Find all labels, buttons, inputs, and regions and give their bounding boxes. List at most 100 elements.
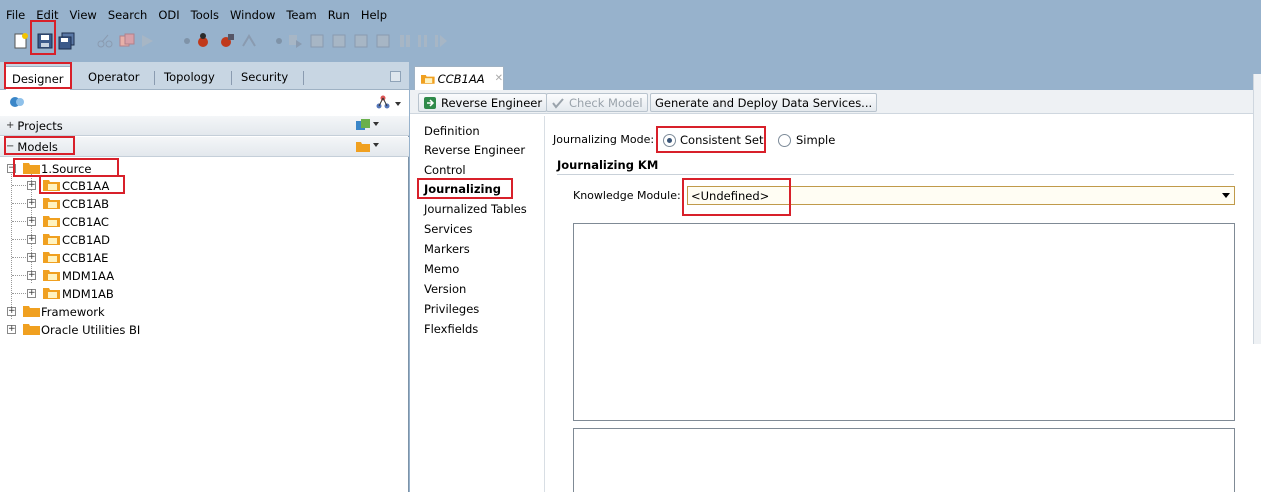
check-model-label: Check Model [569,95,643,110]
minimize-panel-button[interactable] [390,71,401,82]
close-icon[interactable]: ✕ [495,73,503,84]
projects-menu-icon[interactable] [355,118,371,132]
menu-edit[interactable]: Edit [36,8,58,22]
folder-icon [23,163,40,174]
menu-odi[interactable]: ODI [158,8,179,22]
tab-designer[interactable]: Designer [5,66,71,90]
menu-search[interactable]: Search [108,8,148,22]
expand-icon[interactable]: + [27,217,36,226]
km-options-area[interactable] [573,223,1235,421]
debug-bug-icon[interactable] [194,32,212,50]
tree-node-framework[interactable]: + Framework [0,303,409,320]
step-back-icon [354,34,368,48]
tab-ccb1aa[interactable]: CCB1AA ✕ [414,66,504,90]
nav-journalizing[interactable]: Journalizing [424,182,501,196]
nav-control[interactable]: Control [424,163,466,177]
tab-separator [231,71,232,85]
chevron-down-icon[interactable] [373,143,379,147]
journalizing-km-title: Journalizing KM [557,158,659,172]
models-menu-icon[interactable] [355,139,371,153]
tab-separator [154,71,155,85]
tree-guide [12,257,28,258]
nav-definition[interactable]: Definition [424,124,480,138]
menu-view[interactable]: View [70,8,97,22]
menu-team[interactable]: Team [286,8,316,22]
nav-version[interactable]: Version [424,282,466,296]
new-file-icon[interactable] [12,32,30,50]
debug-settings-icon[interactable] [218,32,236,50]
tree-node-model[interactable]: + CCB1AA [0,177,409,194]
expand-icon[interactable]: + [7,325,16,334]
nav-services[interactable]: Services [424,222,473,236]
tree-node-source[interactable]: − 1.Source [0,160,409,177]
tree-node-model[interactable]: + MDM1AB [0,285,409,302]
cut-icon [97,34,113,48]
collapse-icon[interactable]: − [7,164,16,173]
run-icon [142,35,153,47]
chevron-down-icon[interactable] [373,122,379,126]
editor-tabs: CCB1AA ✕ [410,62,1261,90]
folder-icon [23,324,40,335]
reverse-engineer-button[interactable]: Reverse Engineer [418,93,548,112]
save-all-icon[interactable] [58,32,76,50]
nav-privileges[interactable]: Privileges [424,302,479,316]
radio-consistent-set[interactable] [663,134,676,147]
expand-icon[interactable]: + [27,271,36,280]
menu-file[interactable]: File [6,8,25,22]
km-description-area[interactable] [573,428,1235,492]
expand-icon[interactable]: + [7,307,16,316]
connect-navigator-icon[interactable] [9,94,25,110]
tree-node-oracle-bi[interactable]: + Oracle Utilities BI [0,321,409,338]
menu-run[interactable]: Run [328,8,350,22]
nav-journalized-tables[interactable]: Journalized Tables [424,202,527,216]
expand-icon[interactable]: + [27,181,36,190]
simple-label: Simple [796,133,836,147]
navigator-panel: Designer Operator Topology Security + Pr… [0,62,409,492]
expand-icon[interactable]: + [27,235,36,244]
tree-node-model[interactable]: + MDM1AA [0,267,409,284]
chevron-down-icon[interactable] [395,102,401,106]
tree-node-model[interactable]: + CCB1AB [0,195,409,212]
tab-topology[interactable]: Topology [158,67,221,87]
radio-simple[interactable] [778,134,791,147]
model-folder-icon [421,74,435,84]
tree-guide [12,293,28,294]
generate-deploy-button[interactable]: Generate and Deploy Data Services... [650,93,878,112]
models-accordion[interactable]: − Models [0,137,409,157]
collapse-icon: − [6,141,15,152]
nav-flexfields[interactable]: Flexfields [424,322,478,336]
menu-tools[interactable]: Tools [191,8,219,22]
tree-label-model: CCB1AA [62,178,110,193]
knowledge-module-select[interactable]: <Undefined> [687,186,1235,205]
model-folder-icon [43,252,60,263]
tab-operator[interactable]: Operator [82,67,145,87]
nav-markers[interactable]: Markers [424,242,470,256]
menu-help[interactable]: Help [361,8,387,22]
model-folder-icon [43,180,60,191]
editor-panel: CCB1AA ✕ Reverse Engineer Check Model Ge… [410,62,1261,492]
navigator-menu-icon[interactable] [375,94,391,110]
tree-node-model[interactable]: + CCB1AC [0,213,409,230]
tab-security[interactable]: Security [235,67,294,87]
tree-node-model[interactable]: + CCB1AE [0,249,409,266]
tree-node-model[interactable]: + CCB1AD [0,231,409,248]
chevron-down-icon [1222,193,1230,198]
step-end-icon [376,34,390,48]
menu-window[interactable]: Window [230,8,275,22]
tree-guide [12,185,28,186]
nav-memo[interactable]: Memo [424,262,459,276]
expand-icon[interactable]: + [27,253,36,262]
editor-scrollbar[interactable] [1253,74,1261,344]
tree-label-model: CCB1AC [62,214,109,229]
check-model-button[interactable]: Check Model [546,93,648,112]
expand-icon: + [6,120,15,131]
expand-icon[interactable]: + [27,199,36,208]
save-icon[interactable] [36,32,54,50]
tree-guide [12,239,28,240]
expand-icon[interactable]: + [27,289,36,298]
knowledge-module-label: Knowledge Module: [573,189,681,202]
nav-reverse-engineer[interactable]: Reverse Engineer [424,143,525,157]
copy-icon [119,33,135,47]
tree-guide [12,221,28,222]
projects-accordion[interactable]: + Projects [0,116,409,136]
